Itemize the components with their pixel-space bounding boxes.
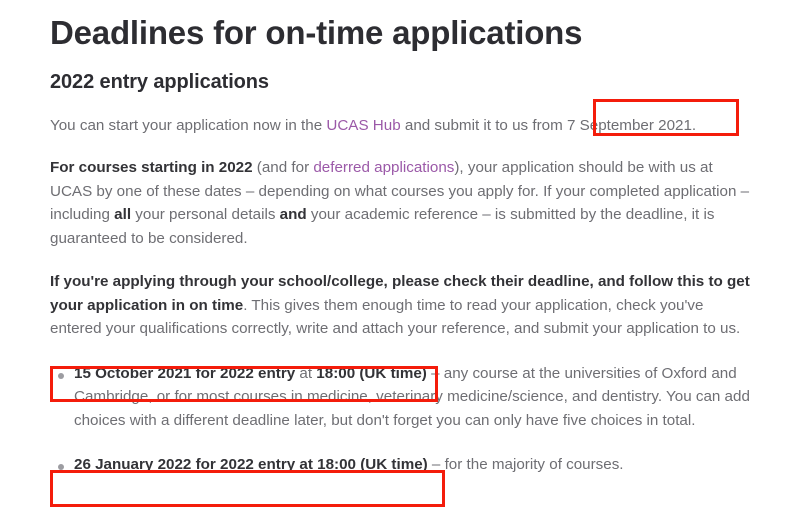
- deadline-2-date: 26 January 2022 for 2022 entry at 18:00 …: [74, 456, 428, 474]
- paragraph-school-college: If you're applying through your school/c…: [50, 250, 750, 341]
- highlighted-start-date: 7 September 2021.: [566, 116, 697, 134]
- deadline-1-date: 15 October 2021 for 2022 entry: [74, 364, 296, 382]
- article-page: Deadlines for on-time applications 2022 …: [0, 0, 790, 528]
- courses-bold-all: all: [114, 206, 132, 224]
- courses-bold-and: and: [279, 206, 307, 224]
- section-heading: 2022 entry applications: [50, 70, 269, 93]
- link-deferred-applications[interactable]: deferred applications: [313, 159, 454, 176]
- deadline-1-time: 18:00 (UK time): [316, 364, 427, 382]
- courses-text-part-1: (and for: [252, 159, 314, 177]
- deadline-2-description: – for the majority of courses.: [427, 456, 624, 474]
- intro-text-part-2: and submit it to us from: [400, 116, 567, 134]
- paragraph-courses-2022: For courses starting in 2022 (and for de…: [50, 137, 750, 250]
- link-ucas-hub[interactable]: UCAS Hub: [326, 117, 400, 134]
- deadline-list: 15 October 2021 for 2022 entry at 18:00 …: [50, 362, 750, 477]
- page-title: Deadlines for on-time applications: [50, 14, 583, 51]
- courses-bold-lead: For courses starting in 2022: [50, 159, 253, 177]
- article-content: Deadlines for on-time applications 2022 …: [50, 0, 750, 477]
- paragraph-intro: You can start your application now in th…: [50, 95, 750, 138]
- list-item: 26 January 2022 for 2022 entry at 18:00 …: [50, 453, 750, 477]
- courses-text-part-3: your personal details: [131, 206, 280, 224]
- deadline-1-connector: at: [295, 364, 317, 382]
- list-item: 15 October 2021 for 2022 entry at 18:00 …: [50, 362, 750, 433]
- intro-text-part-1: You can start your application now in th…: [50, 116, 327, 134]
